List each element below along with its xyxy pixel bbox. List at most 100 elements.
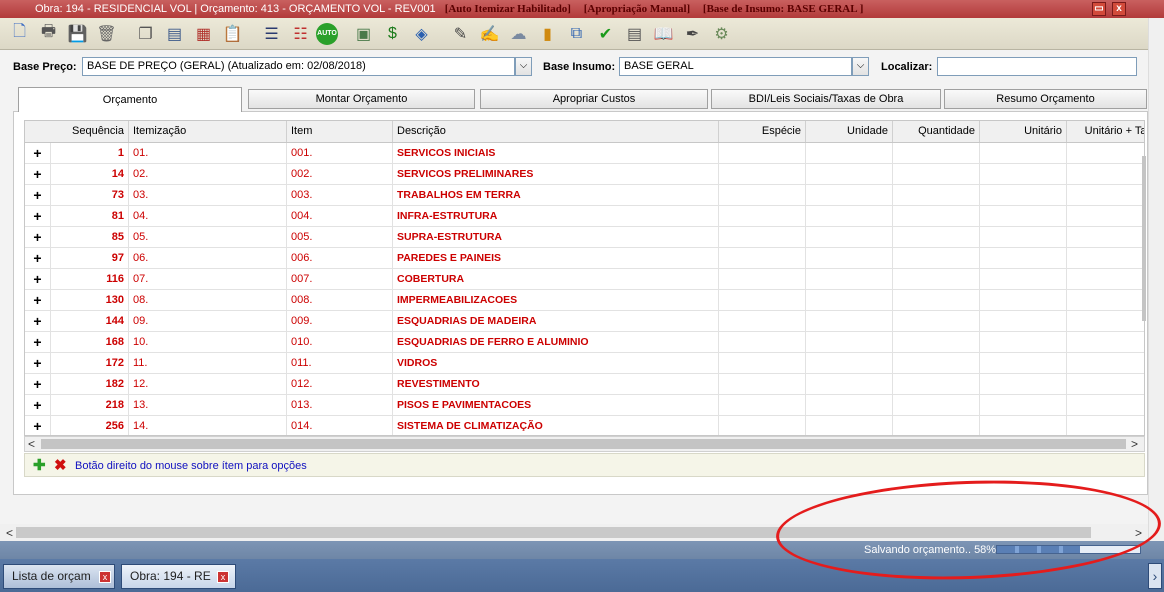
table-icon[interactable]: ▦ (190, 20, 217, 47)
cell-itemizacao: 10. (129, 332, 287, 352)
book-icon[interactable]: 📖 (650, 20, 677, 47)
table-row[interactable]: +218 13. 013. PISOS E PAVIMENTACOES (25, 395, 1144, 416)
task-lista-orcamentos[interactable]: Lista de orçam x (3, 564, 115, 589)
tag-icon[interactable]: ◈ (408, 20, 435, 47)
col-unitario-header[interactable]: Unitário (980, 121, 1067, 142)
auto-icon[interactable]: AUTO (316, 22, 338, 45)
scroll-right-icon[interactable]: > (1135, 526, 1142, 540)
table-row[interactable]: +97 06. 006. PAREDES E PAINEIS (25, 248, 1144, 269)
scroll-left-icon[interactable]: < (28, 437, 35, 451)
new-document-icon[interactable]: 🗋 (6, 20, 33, 47)
table-row[interactable]: +168 10. 010. ESQUADRIAS DE FERRO E ALUMINI… (25, 332, 1144, 353)
table-row[interactable]: +144 09. 009. ESQUADRIAS DE MADEIRA (25, 311, 1144, 332)
col-unitario-tax-header[interactable]: Unitário + Tax (1067, 121, 1144, 142)
col-quantidade-header[interactable]: Quantidade (893, 121, 980, 142)
table-row[interactable]: +116 07. 007. COBERTURA (25, 269, 1144, 290)
table-row[interactable]: +14 02. 002. SERVICOS PRELIMINARES (25, 164, 1144, 185)
report-icon[interactable]: ▤ (161, 20, 188, 47)
calculator-icon[interactable]: ▣ (350, 20, 377, 47)
cell-unitario-tax (1067, 353, 1144, 373)
tab-bdi-leis-sociais[interactable]: BDI/Leis Sociais/Taxas de Obra (711, 89, 941, 109)
chevron-down-icon[interactable]: ⌵ (515, 57, 532, 76)
tab-orcamento[interactable]: Orçamento (18, 87, 242, 112)
check-icon[interactable]: ✔ (592, 20, 619, 47)
base-insumo-select[interactable]: BASE GERAL (619, 57, 852, 76)
chevron-down-icon[interactable]: ⌵ (852, 57, 869, 76)
main-horizontal-scrollbar[interactable]: < > (0, 524, 1148, 541)
col-itemizacao-header[interactable]: Itemização (129, 121, 287, 142)
expand-row-icon[interactable]: + (25, 416, 51, 435)
settings-icon[interactable]: ⚙ (708, 20, 735, 47)
grid-scroll-thumb[interactable] (41, 439, 1126, 449)
expand-row-icon[interactable]: + (25, 311, 51, 331)
expand-row-icon[interactable]: + (25, 185, 51, 205)
table-row[interactable]: +256 14. 014. SISTEMA DE CLIMATIZAÇÃO (25, 416, 1144, 435)
tab-montar-orcamento[interactable]: Montar Orçamento (248, 89, 475, 109)
cell-quantidade (893, 332, 980, 352)
main-scroll-thumb[interactable] (16, 527, 1091, 538)
expand-row-icon[interactable]: + (25, 332, 51, 352)
bar-chart-icon[interactable]: ▮ (534, 20, 561, 47)
localizar-input[interactable] (937, 57, 1137, 76)
table-row[interactable]: +172 11. 011. VIDROS (25, 353, 1144, 374)
expand-row-icon[interactable]: + (25, 353, 51, 373)
pen-icon[interactable]: ✒ (679, 20, 706, 47)
chart-list-icon[interactable]: ☷ (287, 20, 314, 47)
delete-icon[interactable]: 🗑 (93, 20, 120, 47)
table-row[interactable]: +182 12. 012. REVESTIMENTO (25, 374, 1144, 395)
col-item-header[interactable]: Item (287, 121, 393, 142)
close-icon[interactable]: x (99, 571, 111, 583)
expand-row-icon[interactable]: + (25, 206, 51, 226)
cell-quantidade (893, 185, 980, 205)
cloud-icon[interactable]: ☁ (505, 20, 532, 47)
table-row[interactable]: +130 08. 008. IMPERMEABILIZACOES (25, 290, 1144, 311)
clipboard-icon[interactable]: 📋 (219, 20, 246, 47)
cell-itemizacao: 14. (129, 416, 287, 435)
cell-unitario (980, 416, 1067, 435)
col-sequencia-header[interactable]: Sequência (25, 121, 129, 142)
expand-row-icon[interactable]: + (25, 248, 51, 268)
base-preco-select[interactable]: BASE DE PREÇO (GERAL) (Atualizado em: 02… (82, 57, 515, 76)
expand-row-icon[interactable]: + (25, 164, 51, 184)
grid-vertical-scrollbar[interactable] (1142, 156, 1146, 321)
tools-icon[interactable]: ✎ (447, 20, 474, 47)
expand-row-icon[interactable]: + (25, 143, 51, 163)
expand-row-icon[interactable]: + (25, 374, 51, 394)
table-row[interactable]: +1 01. 001. SERVICOS INICIAIS (25, 143, 1144, 164)
save-icon[interactable]: 💾 (64, 20, 91, 47)
task-obra-194[interactable]: Obra: 194 - RE x (121, 564, 236, 589)
add-icon[interactable]: ✚ (33, 456, 46, 474)
table-row[interactable]: +73 03. 003. TRABALHOS EM TERRA (25, 185, 1144, 206)
window-vertical-scrollbar[interactable] (1148, 18, 1164, 541)
edit-icon[interactable]: ✍ (476, 20, 503, 47)
print-icon[interactable]: 🖶 (35, 20, 62, 47)
remove-icon[interactable]: ✖ (54, 456, 67, 474)
col-unidade-header[interactable]: Unidade (806, 121, 893, 142)
restore-icon[interactable]: ▭ (1092, 2, 1106, 16)
cell-item: 004. (287, 206, 393, 226)
col-descricao-header[interactable]: Descrição (393, 121, 719, 142)
cell-unitario-tax (1067, 206, 1144, 226)
close-icon[interactable]: x (1112, 2, 1126, 16)
copy-icon[interactable]: ❐ (132, 20, 159, 47)
expand-row-icon[interactable]: + (25, 395, 51, 415)
money-icon[interactable]: $ (379, 20, 406, 47)
table-row[interactable]: +81 04. 004. INFRA-ESTRUTURA (25, 206, 1144, 227)
taskbar-scroll-right-icon[interactable]: › (1148, 563, 1162, 589)
expand-row-icon[interactable]: + (25, 227, 51, 247)
tab-apropriar-custos[interactable]: Apropriar Custos (480, 89, 708, 109)
close-icon[interactable]: x (217, 571, 229, 583)
tab-resumo-orcamento[interactable]: Resumo Orçamento (944, 89, 1147, 109)
col-especie-header[interactable]: Espécie (719, 121, 806, 142)
scroll-right-icon[interactable]: > (1131, 437, 1138, 451)
cell-quantidade (893, 416, 980, 435)
list-icon[interactable]: ☰ (258, 20, 285, 47)
import-icon[interactable]: ⧉ (563, 20, 590, 47)
document-list-icon[interactable]: ▤ (621, 20, 648, 47)
scroll-left-icon[interactable]: < (6, 526, 13, 540)
table-row[interactable]: +85 05. 005. SUPRA-ESTRUTURA (25, 227, 1144, 248)
localizar-label: Localizar: (881, 61, 933, 73)
grid-horizontal-scrollbar[interactable]: < > (24, 436, 1145, 452)
expand-row-icon[interactable]: + (25, 290, 51, 310)
expand-row-icon[interactable]: + (25, 269, 51, 289)
